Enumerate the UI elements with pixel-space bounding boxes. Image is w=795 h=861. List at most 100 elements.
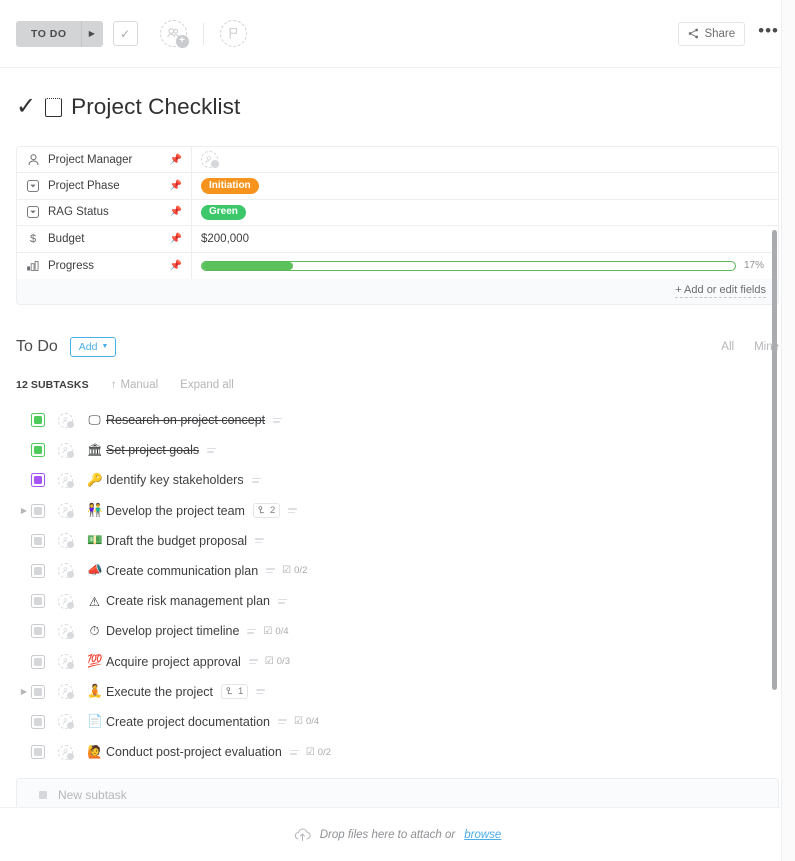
subtask-name[interactable]: Execute the project <box>106 685 213 699</box>
subtask-assignee-icon[interactable] <box>58 654 73 669</box>
pin-icon[interactable]: 📌 <box>170 260 182 271</box>
subtask-name[interactable]: Identify key stakeholders <box>106 473 244 487</box>
subtask-row[interactable]: 🔑Identify key stakeholders <box>16 465 779 495</box>
subtask-emoji-icon: 🏛 <box>87 443 102 458</box>
share-label: Share <box>704 28 735 40</box>
subtask-status-checkbox[interactable] <box>31 473 45 487</box>
field-name-cell[interactable]: $ Budget 📌 <box>17 226 192 251</box>
field-name-cell[interactable]: Project Phase 📌 <box>17 173 192 198</box>
field-name-cell[interactable]: Project Manager 📌 <box>17 147 192 172</box>
subtask-status-checkbox[interactable] <box>31 504 45 518</box>
subtask-row[interactable]: ▶👫Develop the project team2 <box>16 496 779 526</box>
field-name-cell[interactable]: RAG Status 📌 <box>17 200 192 225</box>
subtask-status-checkbox[interactable] <box>31 413 45 427</box>
subtask-child-count[interactable]: 2 <box>253 503 280 518</box>
subtask-row[interactable]: ⏱Develop project timeline☑0/4 <box>16 616 779 646</box>
subtask-row[interactable]: 🏛 Set project goals <box>16 435 779 465</box>
add-subtask-button[interactable]: Add ▼ <box>70 337 117 357</box>
chevron-right-icon[interactable]: ▶ <box>81 21 103 47</box>
subtask-assignee-icon[interactable] <box>58 503 73 518</box>
subtask-assignee-icon[interactable] <box>58 684 73 699</box>
subtask-assignee-icon[interactable] <box>58 473 73 488</box>
subtask-row[interactable]: 💵Draft the budget proposal <box>16 526 779 556</box>
subtask-name[interactable]: Create project documentation <box>106 715 270 729</box>
expand-toggle-icon[interactable]: ▶ <box>19 506 29 515</box>
scrollbar-thumb[interactable] <box>772 230 777 690</box>
attachment-dropzone[interactable]: Drop files here to attach or browse <box>0 807 795 861</box>
pin-icon[interactable]: 📌 <box>170 207 182 218</box>
subtask-name[interactable]: Set project goals <box>106 443 199 457</box>
subtask-child-count[interactable]: 1 <box>221 684 248 699</box>
browse-link[interactable]: browse <box>464 829 501 841</box>
subtask-checklist-count[interactable]: ☑0/4 <box>294 716 319 727</box>
subtask-row[interactable]: 📄 Create project documentation ☑0/4 <box>16 707 779 737</box>
field-value-cell[interactable]: 17% <box>192 253 778 279</box>
field-value-cell[interactable]: Green <box>192 200 778 225</box>
subtask-assignee-icon[interactable] <box>58 594 73 609</box>
field-label: RAG Status <box>48 206 109 218</box>
dropzone-text: Drop files here to attach or <box>320 829 456 841</box>
status-badge[interactable]: Initiation <box>201 178 259 194</box>
status-dropdown[interactable]: TO DO ▶ <box>16 21 103 47</box>
pin-icon[interactable]: 📌 <box>170 233 182 244</box>
share-button[interactable]: Share <box>678 22 745 46</box>
pin-icon[interactable]: 📌 <box>170 181 182 192</box>
subtask-name[interactable]: Draft the budget proposal <box>106 534 247 548</box>
subtask-status-checkbox[interactable] <box>31 655 45 669</box>
subtask-row[interactable]: 💯Acquire project approval☑0/3 <box>16 646 779 676</box>
add-assignee-icon[interactable] <box>201 151 218 168</box>
subtask-status-checkbox[interactable] <box>31 624 45 638</box>
more-options-button[interactable]: ••• <box>758 26 779 42</box>
mark-complete-button[interactable]: ✓ <box>113 21 138 46</box>
field-name-cell[interactable]: Progress 📌 <box>17 253 192 279</box>
expand-all-button[interactable]: Expand all <box>180 379 234 391</box>
subtask-name[interactable]: Create risk management plan <box>106 594 270 608</box>
subtask-assignee-icon[interactable] <box>58 563 73 578</box>
subtask-emoji-icon: ⚠ <box>87 594 102 609</box>
subtask-row[interactable]: 🖵Research on project concept <box>16 405 779 435</box>
subtask-status-checkbox[interactable] <box>31 564 45 578</box>
subtask-status-checkbox[interactable] <box>31 443 45 457</box>
subtask-checklist-count[interactable]: ☑0/3 <box>265 656 290 667</box>
subtask-checklist-count[interactable]: ☑0/2 <box>282 565 307 576</box>
subtask-name[interactable]: Acquire project approval <box>106 655 241 669</box>
subtask-checklist-count[interactable]: ☑0/2 <box>306 747 331 758</box>
subtask-assignee-icon[interactable] <box>58 413 73 428</box>
subtask-emoji-icon: 📄 <box>87 714 102 729</box>
subtask-name[interactable]: Develop the project team <box>106 504 245 518</box>
subtask-name[interactable]: Conduct post-project evaluation <box>106 745 282 759</box>
subtask-name[interactable]: Research on project concept <box>106 413 265 427</box>
subtask-assignee-icon[interactable] <box>58 533 73 548</box>
vertical-scrollbar[interactable] <box>772 68 777 793</box>
page-title[interactable]: Project Checklist <box>71 94 240 120</box>
set-priority-button[interactable] <box>220 20 247 47</box>
subtask-assignee-icon[interactable] <box>58 624 73 639</box>
subtask-status-checkbox[interactable] <box>31 534 45 548</box>
progress-bar[interactable] <box>201 261 736 271</box>
subtask-status-checkbox[interactable] <box>31 715 45 729</box>
subtask-status-checkbox[interactable] <box>31 594 45 608</box>
filter-all[interactable]: All <box>721 341 734 353</box>
subtask-name[interactable]: Create communication plan <box>106 564 258 578</box>
sort-control[interactable]: ↑ Manual <box>111 379 158 391</box>
pin-icon[interactable]: 📌 <box>170 154 182 165</box>
budget-value[interactable]: $200,000 <box>192 226 778 251</box>
subtask-row[interactable]: ▶🧘Execute the project1 <box>16 677 779 707</box>
subtask-assignee-icon[interactable] <box>58 443 73 458</box>
field-value-cell[interactable] <box>192 147 778 172</box>
subtask-row[interactable]: 📣Create communication plan☑0/2 <box>16 556 779 586</box>
subtask-name[interactable]: Develop project timeline <box>106 624 239 638</box>
subtask-row[interactable]: ⚠ Create risk management plan <box>16 586 779 616</box>
field-value-cell[interactable]: Initiation <box>192 173 778 198</box>
subtask-assignee-icon[interactable] <box>58 745 73 760</box>
add-or-edit-fields-row[interactable]: + Add or edit fields <box>17 279 778 304</box>
subtask-assignee-icon[interactable] <box>58 714 73 729</box>
add-assignee-button[interactable]: + <box>160 20 187 47</box>
expand-toggle-icon[interactable]: ▶ <box>19 687 29 696</box>
subtask-status-checkbox[interactable] <box>31 685 45 699</box>
subtask-checklist-count[interactable]: ☑0/4 <box>263 626 288 637</box>
subtask-status-checkbox[interactable] <box>31 745 45 759</box>
checklist-label: 0/2 <box>318 747 331 758</box>
status-badge[interactable]: Green <box>201 205 246 221</box>
subtask-row[interactable]: 🙋Conduct post-project evaluation☑0/2 <box>16 737 779 767</box>
